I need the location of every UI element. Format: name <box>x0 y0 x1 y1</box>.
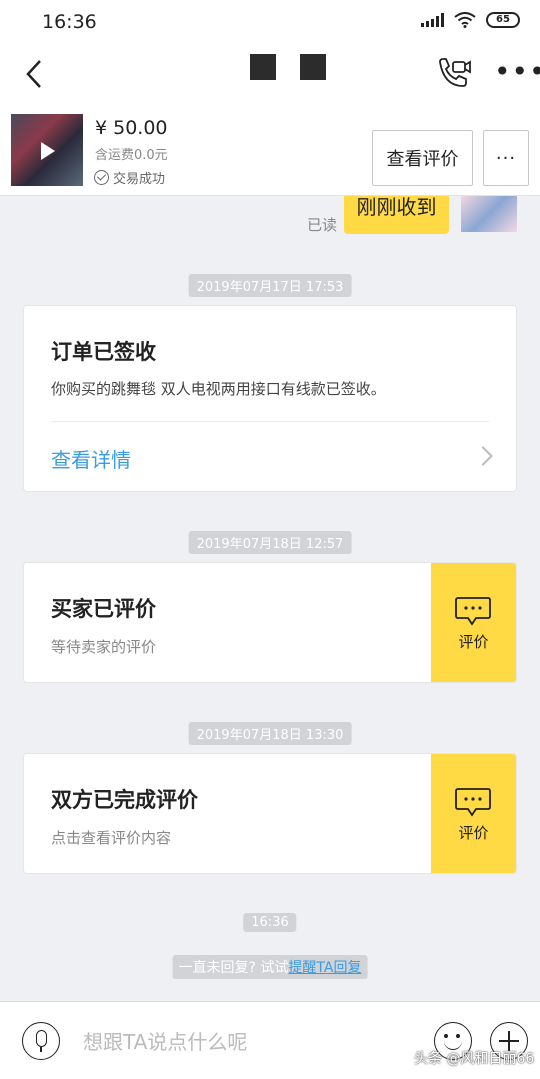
nav-bar: ••• <box>0 46 540 106</box>
chevron-right-icon <box>473 446 493 466</box>
order-signed-card[interactable]: 订单已签收 你购买的跳舞毯 双人电视两用接口有线款已签收。 查看详情 <box>23 305 517 492</box>
review-action-label: 评价 <box>458 633 489 651</box>
review-action[interactable]: 评价 <box>431 754 516 873</box>
timestamp: 2019年07月17日 17:53 <box>188 274 352 297</box>
trade-status-label: 交易成功 <box>113 172 166 187</box>
back-arrow-icon[interactable] <box>20 56 48 92</box>
card-title: 订单已签收 <box>51 340 156 364</box>
microphone-icon[interactable] <box>22 1022 60 1060</box>
product-price: ¥ 50.00 <box>95 117 168 139</box>
card-description: 你购买的跳舞毯 双人电视两用接口有线款已签收。 <box>51 380 386 398</box>
signal-icon <box>421 13 444 27</box>
status-bar: 16:36 65 <box>0 0 540 46</box>
battery-icon: 65 <box>486 12 520 28</box>
shipping-fee: 含运费0.0元 <box>95 148 168 163</box>
message-input[interactable] <box>83 1026 413 1058</box>
card-subtitle: 等待卖家的评价 <box>51 638 157 656</box>
both-reviewed-card[interactable]: 双方已完成评价 点击查看评价内容 评价 <box>23 753 517 874</box>
more-menu-icon[interactable]: ••• <box>494 58 540 86</box>
reply-hint-text: 一直未回复? 试试 <box>178 960 289 976</box>
timestamp: 2019年07月18日 13:30 <box>188 722 352 745</box>
product-more-button[interactable]: ··· <box>483 130 529 186</box>
avatar[interactable] <box>461 196 517 232</box>
remind-reply-link[interactable]: 提醒TA回复 <box>288 960 361 976</box>
check-circle-icon <box>94 170 109 185</box>
review-action-label: 评价 <box>458 824 489 842</box>
reply-hint: 一直未回复? 试试提醒TA回复 <box>172 955 368 979</box>
redacted-block <box>250 54 276 80</box>
view-review-button[interactable]: 查看评价 <box>372 130 473 186</box>
chat-bubble-icon <box>455 788 491 817</box>
product-bar: ¥ 50.00 含运费0.0元 交易成功 查看评价 ··· <box>0 106 540 196</box>
conversation-title <box>250 54 326 80</box>
card-title: 买家已评价 <box>51 597 156 621</box>
message-bubble[interactable]: 刚刚收到 <box>344 196 449 234</box>
chat-bubble-icon <box>455 597 491 626</box>
call-icon[interactable] <box>436 56 472 92</box>
read-receipt: 已读 <box>307 216 338 234</box>
trade-status: 交易成功 <box>94 168 165 187</box>
divider <box>51 421 489 422</box>
message-row: 已读 刚刚收到 <box>0 196 540 236</box>
card-subtitle: 点击查看评价内容 <box>51 829 172 847</box>
card-title: 双方已完成评价 <box>51 788 198 812</box>
product-thumbnail[interactable] <box>11 114 83 186</box>
status-time: 16:36 <box>42 11 97 33</box>
review-action[interactable]: 评价 <box>431 563 516 682</box>
timestamp: 16:36 <box>243 913 297 932</box>
watermark: 头条 @风和日丽66 <box>414 1051 535 1067</box>
timestamp: 2019年07月18日 12:57 <box>188 531 352 554</box>
view-details-link[interactable]: 查看详情 <box>51 444 131 473</box>
play-icon <box>41 142 55 160</box>
redacted-block <box>300 54 326 80</box>
wifi-icon <box>454 12 476 28</box>
buyer-reviewed-card[interactable]: 买家已评价 等待卖家的评价 评价 <box>23 562 517 683</box>
